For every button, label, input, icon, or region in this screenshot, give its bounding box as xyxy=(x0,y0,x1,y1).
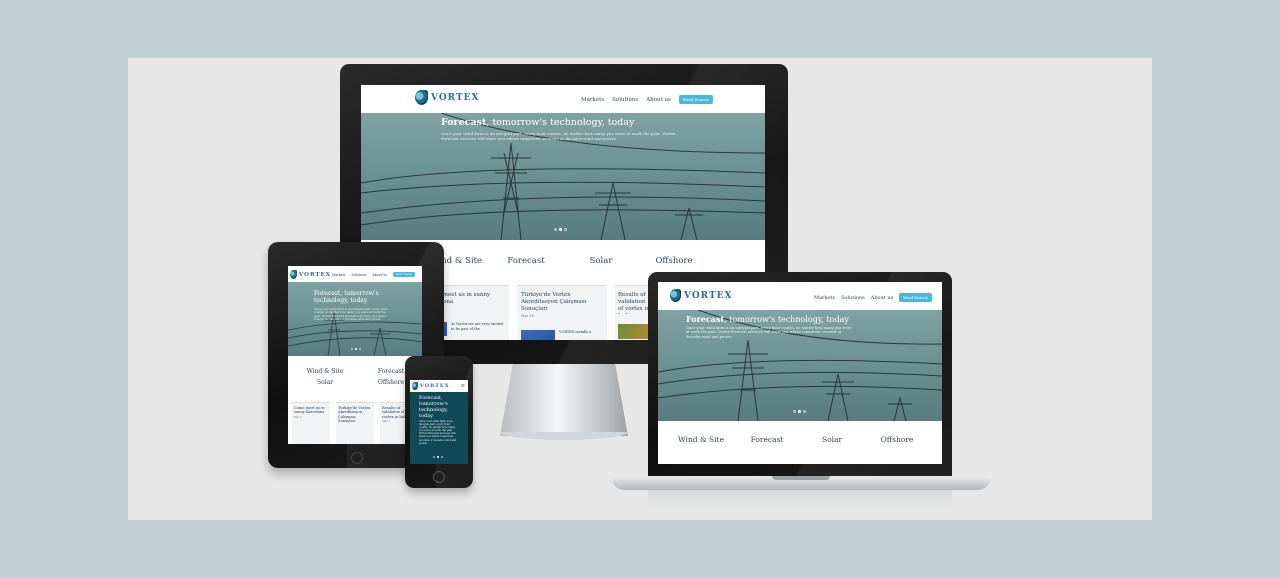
slider-dot[interactable] xyxy=(359,348,361,350)
category-offshore[interactable]: Offshore xyxy=(639,256,709,266)
tablet-hero: Forecast, tomorrow's technology, today O… xyxy=(288,282,422,356)
laptop: VORTEX Markets Solutions About us Wind S… xyxy=(612,272,990,512)
vortex-logo-icon xyxy=(415,90,428,105)
monitor-stand xyxy=(500,364,628,436)
nav-markets[interactable]: Markets xyxy=(814,295,835,301)
phone-nav: VORTEX ≡ xyxy=(410,380,468,392)
laptop-nav-links: Markets Solutions About us Wind Search xyxy=(814,293,932,302)
slider-dot[interactable] xyxy=(351,348,353,350)
slider-dot-active[interactable] xyxy=(355,348,357,350)
slider-dot-active[interactable] xyxy=(559,228,562,231)
laptop-notch xyxy=(772,476,830,480)
category-offshore[interactable]: Offshore xyxy=(866,435,928,444)
desktop-nav: VORTEX Markets Solutions About us Wind S… xyxy=(361,85,765,113)
nav-cta-button[interactable]: Wind Search xyxy=(392,272,416,277)
slider-dot-active[interactable] xyxy=(798,410,801,413)
laptop-reflection xyxy=(648,490,952,510)
tablet-slider-dots[interactable] xyxy=(350,348,362,350)
vortex-logo-icon xyxy=(412,382,418,390)
news-card[interactable]: Türkiye'de Vortex Akreditasyon Çalışması… xyxy=(517,285,607,340)
desktop-hero: Forecast, tomorrow's technology, today O… xyxy=(361,113,765,240)
category-solar[interactable]: Solar xyxy=(801,435,863,444)
laptop-hero: Forecast, tomorrow's technology, today O… xyxy=(658,310,942,421)
phone: VORTEX ≡ Forecast, tomorrow's technology… xyxy=(405,356,473,488)
news-card[interactable]: Türkiye'de Vortex Akreditasyon Çalışması… xyxy=(336,402,374,444)
nav-about[interactable]: About us xyxy=(871,295,893,301)
laptop-hero-text: Once your wind farm is an integral part,… xyxy=(686,326,852,339)
vortex-logo-icon xyxy=(290,270,297,279)
menu-icon[interactable]: ≡ xyxy=(461,383,465,389)
tablet-nav-links: Markets Solutions About us Wind Search xyxy=(332,272,416,277)
nav-solutions[interactable]: Solutions xyxy=(351,273,366,277)
category-wind-site[interactable]: Wind & Site xyxy=(300,368,350,375)
slider-dot-active[interactable] xyxy=(437,456,439,458)
phone-screen: VORTEX ≡ Forecast, tomorrow's technology… xyxy=(410,380,468,464)
slider-dot[interactable] xyxy=(441,456,443,458)
slider-dot[interactable] xyxy=(793,410,796,413)
nav-markets[interactable]: Markets xyxy=(332,273,345,277)
tablet-hero-text: Once your wind farm is an integral part,… xyxy=(314,308,388,322)
category-solar[interactable]: Solar xyxy=(566,256,636,266)
tablet-screen: VORTEX Markets Solutions About us Wind S… xyxy=(288,266,422,444)
slider-dot[interactable] xyxy=(433,456,435,458)
nav-solutions[interactable]: Solutions xyxy=(841,295,865,301)
nav-markets[interactable]: Markets xyxy=(581,97,604,103)
showcase-stage: VORTEX Markets Solutions About us Wind S… xyxy=(128,58,1152,520)
nav-solutions[interactable]: Solutions xyxy=(612,97,638,103)
desktop-slider-dots[interactable] xyxy=(553,228,568,231)
nav-cta-button[interactable]: Wind Search xyxy=(899,293,932,302)
category-wind-site[interactable]: Wind & Site xyxy=(670,435,732,444)
phone-hero-title: Forecast, tomorrow's technology, today xyxy=(419,395,448,419)
laptop-nav: VORTEX Markets Solutions About us Wind S… xyxy=(658,282,942,310)
phone-hero: Forecast, tomorrow's technology, today O… xyxy=(410,392,468,464)
phone-logo[interactable]: VORTEX xyxy=(412,382,450,390)
monitor-base xyxy=(500,432,628,440)
desktop-nav-links: Markets Solutions About us Wind Search xyxy=(581,95,713,104)
nav-about[interactable]: About us xyxy=(373,273,387,277)
category-forecast[interactable]: Forecast xyxy=(736,435,798,444)
tablet-hero-title: Forecast, tomorrow's technology, today xyxy=(314,290,379,304)
desktop-hero-title: Forecast, tomorrow's technology, today xyxy=(441,117,635,128)
desktop-logo[interactable]: VORTEX xyxy=(415,90,480,105)
slider-dot[interactable] xyxy=(554,228,557,231)
tablet-logo[interactable]: VORTEX xyxy=(290,270,331,279)
laptop-categories: Wind & Site Forecast Solar Offshore xyxy=(658,421,942,464)
slider-dot[interactable] xyxy=(803,410,806,413)
phone-home-button[interactable] xyxy=(433,471,445,483)
vortex-logo-icon xyxy=(670,289,681,302)
tablet-nav: VORTEX Markets Solutions About us Wind S… xyxy=(288,266,422,282)
news-card[interactable]: Come meet us in sunny Barcelona Mar 2 xyxy=(292,402,330,444)
laptop-screen: VORTEX Markets Solutions About us Wind S… xyxy=(658,282,942,464)
laptop-slider-dots[interactable] xyxy=(792,410,807,413)
laptop-logo[interactable]: VORTEX xyxy=(670,289,733,302)
desktop-hero-text: Once your wind farm is an integral part,… xyxy=(441,131,676,141)
category-forecast[interactable]: Forecast xyxy=(491,256,561,266)
news-thumb xyxy=(521,330,555,340)
tablet-news: Come meet us in sunny Barcelona Mar 2 Tü… xyxy=(288,398,422,444)
nav-cta-button[interactable]: Wind Search xyxy=(678,95,713,104)
phone-slider-dots[interactable] xyxy=(432,456,444,458)
category-solar[interactable]: Solar xyxy=(300,379,350,386)
slider-dot[interactable] xyxy=(564,228,567,231)
nav-about[interactable]: About us xyxy=(646,97,671,103)
tablet-categories: Wind & Site Forecast Solar Offshore xyxy=(288,358,422,398)
tablet-home-button[interactable] xyxy=(351,452,363,464)
phone-hero-text: Once your wind farm is an integral part,… xyxy=(419,420,457,445)
laptop-hero-title: Forecast, tomorrow's technology, today xyxy=(686,314,849,324)
